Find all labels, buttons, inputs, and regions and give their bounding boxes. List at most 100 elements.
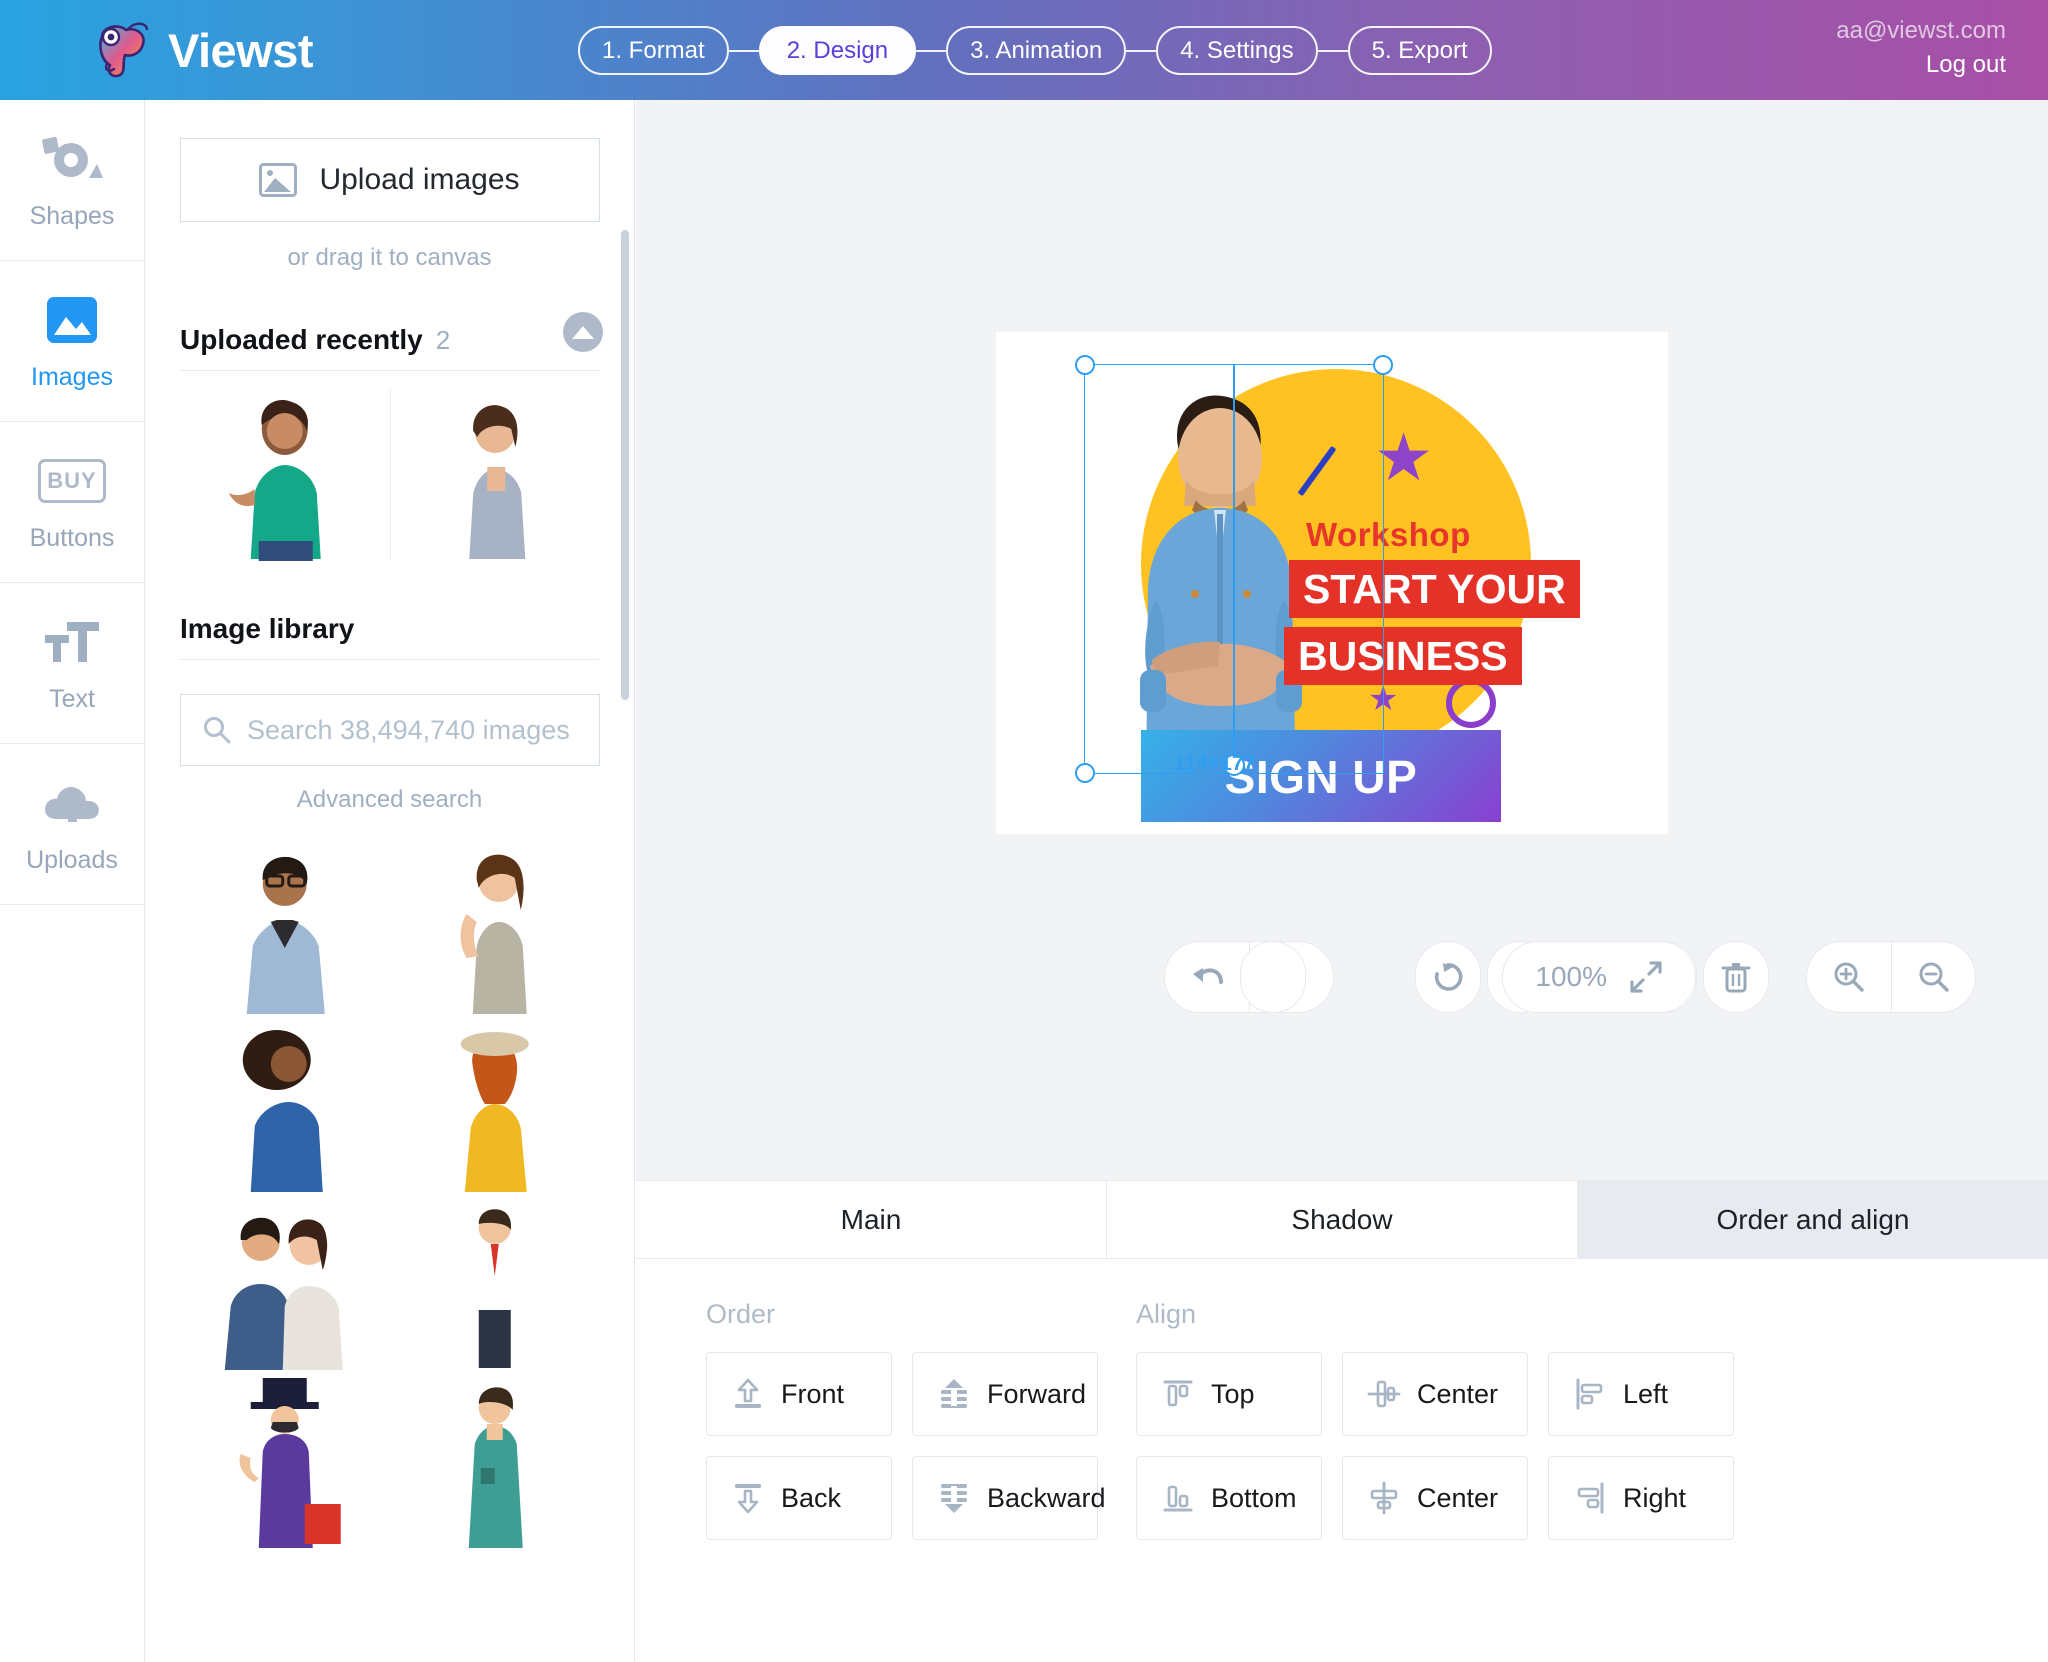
- sidebar-item-uploads[interactable]: Uploads: [0, 744, 144, 905]
- logout-button[interactable]: Log out: [1836, 49, 2006, 80]
- zoom-buttons-group: [1806, 941, 1976, 1013]
- align-center-vertical-button[interactable]: Center: [1342, 1456, 1528, 1540]
- list-item[interactable]: [180, 1016, 390, 1194]
- image-library-grid: [180, 838, 599, 1550]
- zoom-in-icon: [1834, 962, 1864, 992]
- list-item[interactable]: [180, 1194, 390, 1372]
- align-center-horizontal-button[interactable]: Center: [1342, 1352, 1528, 1436]
- align-top-label: Top: [1211, 1378, 1255, 1409]
- buy-button-icon: BUY: [38, 452, 106, 510]
- drag-hint: or drag it to canvas: [287, 244, 492, 271]
- zoom-out-button[interactable]: [1891, 942, 1975, 1012]
- step-settings[interactable]: 4. Settings: [1156, 26, 1318, 75]
- bring-forward-button[interactable]: Forward: [912, 1352, 1098, 1436]
- sidebar-label-shapes: Shapes: [29, 201, 115, 230]
- selection-handle-top-left[interactable]: [1075, 355, 1095, 375]
- cloud-upload-icon: [41, 774, 103, 832]
- images-panel: Upload images or drag it to canvas Uploa…: [145, 100, 635, 1662]
- list-item[interactable]: [180, 389, 390, 561]
- upload-images-button[interactable]: Upload images: [179, 138, 600, 222]
- canvas-stage: ★ ★ Workshop START YOUR BUSINESS SIGN UP…: [636, 100, 2048, 1180]
- zoom-in-button[interactable]: [1807, 942, 1891, 1012]
- sidebar-item-text[interactable]: Text: [0, 583, 144, 744]
- uploaded-recently-grid: [180, 389, 599, 561]
- bring-forward-icon: [937, 1377, 971, 1411]
- list-item[interactable]: [390, 1194, 600, 1372]
- banner-design: ★ ★ Workshop START YOUR BUSINESS SIGN UP…: [1056, 352, 1606, 822]
- search-images-box[interactable]: [180, 694, 600, 766]
- align-center-vertical-icon: [1367, 1481, 1401, 1515]
- zoom-level-value: 100%: [1535, 961, 1607, 992]
- step-export[interactable]: 5. Export: [1347, 26, 1492, 75]
- canvas-toolbar: 100%: [636, 922, 2048, 1032]
- step-connector: [1317, 49, 1348, 52]
- tab-order-and-align[interactable]: Order and align: [1578, 1181, 2048, 1259]
- send-backward-button[interactable]: Backward: [912, 1456, 1106, 1540]
- advanced-search-link[interactable]: Advanced search: [145, 786, 634, 814]
- brand-logo[interactable]: Viewst: [88, 17, 314, 83]
- align-center-horizontal-label: Center: [1417, 1378, 1499, 1409]
- delete-button[interactable]: [1703, 941, 1769, 1013]
- undo-button[interactable]: [1165, 942, 1249, 1012]
- step-connector: [916, 49, 947, 52]
- tab-shadow[interactable]: Shadow: [1107, 1181, 1578, 1259]
- uploaded-recently-header: Uploaded recently 2: [180, 312, 603, 371]
- list-item[interactable]: [389, 389, 600, 561]
- banner-cta-button[interactable]: SIGN UP: [1141, 730, 1501, 822]
- purple-ring-shape[interactable]: [1446, 678, 1496, 728]
- panel-scrollbar[interactable]: [621, 230, 629, 700]
- align-bottom-button[interactable]: Bottom: [1136, 1456, 1322, 1540]
- selection-center-guide: [1233, 364, 1235, 774]
- properties-tabs: Main Shadow Order and align: [636, 1181, 2048, 1259]
- wizard-steps: 1. Format 2. Design 3. Animation 4. Sett…: [578, 26, 1492, 75]
- sidebar-item-buttons[interactable]: BUY Buttons: [0, 422, 144, 583]
- list-item[interactable]: [180, 1372, 390, 1550]
- step-animation[interactable]: 3. Animation: [946, 26, 1127, 75]
- uploaded-recently-count: 2: [435, 325, 451, 355]
- align-bottom-icon: [1161, 1481, 1195, 1515]
- align-top-button[interactable]: Top: [1136, 1352, 1322, 1436]
- rotate-button[interactable]: [1415, 941, 1481, 1013]
- banner-headline-line1[interactable]: START YOUR: [1289, 560, 1580, 618]
- account-area: aa@viewst.com Log out: [1836, 16, 2006, 80]
- purple-star-large-icon[interactable]: ★: [1374, 424, 1433, 490]
- fit-screen-icon: [1629, 960, 1663, 994]
- chameleon-logo-icon: [88, 17, 154, 83]
- chevron-up-circle-icon[interactable]: [563, 312, 603, 352]
- selection-size-label: 114×177: [1174, 752, 1256, 775]
- list-item[interactable]: [390, 838, 600, 1016]
- search-input[interactable]: [247, 714, 577, 746]
- artboard[interactable]: ★ ★ Workshop START YOUR BUSINESS SIGN UP…: [996, 332, 1668, 834]
- send-to-back-button[interactable]: Back: [706, 1456, 892, 1540]
- align-right-icon: [1573, 1481, 1607, 1515]
- zoom-level-control[interactable]: 100%: [1502, 941, 1696, 1013]
- bring-to-front-button[interactable]: Front: [706, 1352, 892, 1436]
- text-icon: [43, 613, 101, 671]
- align-right-label: Right: [1623, 1482, 1687, 1513]
- align-right-button[interactable]: Right: [1548, 1456, 1734, 1540]
- properties-panel: Main Shadow Order and align Order Front: [636, 1180, 2048, 1662]
- app-header: Viewst 1. Format 2. Design 3. Animation …: [0, 0, 2048, 100]
- sidebar-label-images: Images: [31, 362, 113, 391]
- search-icon: [203, 716, 231, 744]
- zoom-out-icon: [1919, 962, 1949, 992]
- selection-handle-top-right[interactable]: [1373, 355, 1393, 375]
- align-left-button[interactable]: Left: [1548, 1352, 1734, 1436]
- purple-star-small-icon[interactable]: ★: [1368, 682, 1398, 716]
- sidebar-item-images[interactable]: Images: [0, 261, 144, 422]
- align-left-icon: [1573, 1377, 1607, 1411]
- send-backward-label: Backward: [987, 1482, 1106, 1513]
- banner-headline-line2[interactable]: BUSINESS: [1284, 627, 1522, 685]
- order-group: Order Front Forward Back Backward: [706, 1299, 1136, 1540]
- upload-images-label: Upload images: [319, 163, 520, 196]
- step-format[interactable]: 1. Format: [578, 26, 729, 75]
- list-item[interactable]: [390, 1372, 600, 1550]
- step-design[interactable]: 2. Design: [758, 26, 917, 75]
- list-item[interactable]: [180, 838, 390, 1016]
- sidebar-item-shapes[interactable]: Shapes: [0, 100, 144, 261]
- sidebar-label-buttons: Buttons: [29, 523, 115, 552]
- tab-main[interactable]: Main: [636, 1181, 1107, 1259]
- list-item[interactable]: [390, 1016, 600, 1194]
- banner-eyebrow[interactable]: Workshop: [1306, 516, 1471, 554]
- brand-name: Viewst: [168, 23, 314, 77]
